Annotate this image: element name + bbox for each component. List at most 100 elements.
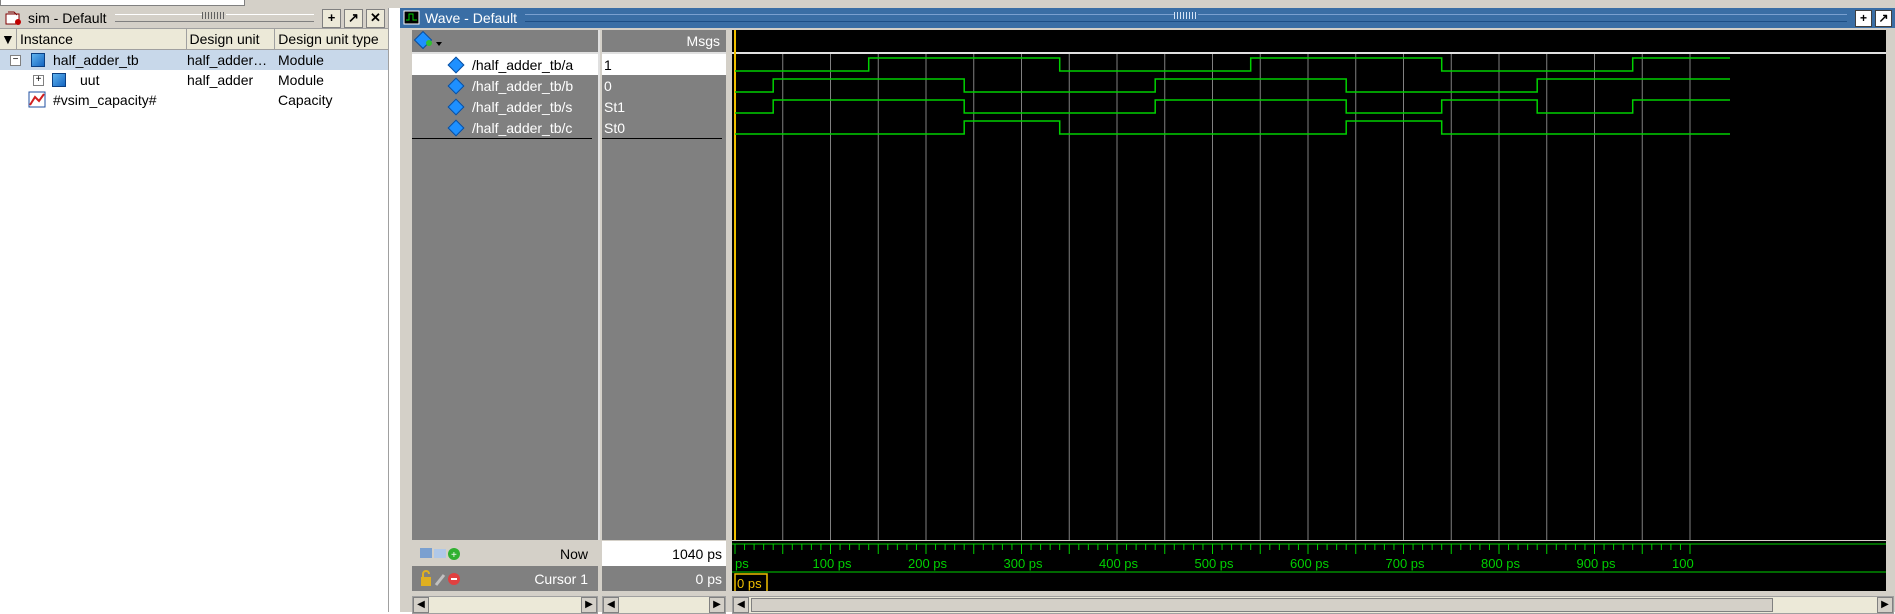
- scroll-right-icon[interactable]: ▶: [581, 597, 597, 613]
- expand-icon[interactable]: +: [33, 74, 44, 86]
- signal-values-column: Msgs 1 0 St1 St0: [602, 30, 726, 540]
- scroll-right-icon[interactable]: ▶: [1877, 597, 1893, 613]
- col-design-unit-type[interactable]: Design unit type: [275, 29, 388, 49]
- diamond-icon: [447, 77, 465, 94]
- cube-icon: [31, 53, 45, 67]
- waveform-trace: [735, 99, 1730, 114]
- waveform-trace: [735, 57, 1730, 72]
- wave-pane: Wave - Default + ↗ /half_adder_tb/a /hal…: [400, 8, 1895, 614]
- diamond-icon: [447, 119, 465, 136]
- names-scrollbar[interactable]: ◀ ▶: [412, 596, 598, 614]
- instance-label: #vsim_capacity#: [53, 92, 157, 108]
- cube-icon: [52, 73, 66, 87]
- scroll-row: ◀ ▶ ◀ ▶ ◀ ▶: [412, 596, 1895, 614]
- capacity-icon: [28, 91, 46, 108]
- sort-icon[interactable]: ▼: [0, 29, 17, 49]
- signal-row[interactable]: /half_adder_tb/c: [412, 117, 592, 139]
- sim-pane: sim - Default + ↗ ✕ ▼ Instance Design un…: [0, 8, 389, 612]
- svg-text:+: +: [451, 550, 457, 561]
- signal-value: St0: [602, 117, 722, 139]
- signal-row[interactable]: /half_adder_tb/s: [412, 96, 598, 117]
- plus-icon[interactable]: +: [1855, 9, 1872, 27]
- tree-row-vsim-capacity[interactable]: #vsim_capacity# Capacity: [0, 90, 388, 110]
- undock-icon[interactable]: ↗: [344, 8, 363, 28]
- now-value: 1040 ps: [672, 545, 722, 562]
- wave-icon: [403, 10, 420, 25]
- wave-scroll-thumb[interactable]: [751, 598, 1773, 612]
- design-unit-value: half_adder…: [187, 52, 268, 68]
- signal-row[interactable]: /half_adder_tb/b: [412, 75, 598, 96]
- ruler-label: 900 ps: [1577, 556, 1617, 571]
- col-design-unit[interactable]: Design unit: [187, 29, 276, 49]
- sim-icon: [5, 11, 21, 25]
- ruler-label: 200 ps: [908, 556, 948, 571]
- sim-column-header: ▼ Instance Design unit Design unit type: [0, 29, 388, 50]
- ruler-label: 100 ps: [813, 556, 853, 571]
- waveform-area[interactable]: [732, 30, 1886, 540]
- signal-type-icon[interactable]: [414, 31, 444, 51]
- col-instance[interactable]: Instance: [17, 29, 187, 49]
- now-label: Now: [559, 545, 588, 562]
- tree-row-uut[interactable]: + uut half_adder Module: [0, 70, 388, 90]
- msgs-header: Msgs: [602, 30, 726, 54]
- wave-titlebar[interactable]: Wave - Default + ↗: [400, 8, 1895, 28]
- diamond-icon: [447, 56, 465, 73]
- sim-title: sim - Default: [28, 10, 107, 26]
- collapse-icon[interactable]: −: [10, 54, 21, 66]
- scroll-right-icon[interactable]: ▶: [709, 597, 725, 613]
- ruler-label: 600 ps: [1290, 556, 1330, 571]
- cursor-values-panel: 1040 ps 0 ps: [602, 541, 726, 591]
- signal-value: St1: [604, 98, 626, 115]
- scroll-left-icon[interactable]: ◀: [733, 597, 749, 613]
- ruler-label: 500 ps: [1195, 556, 1235, 571]
- type-value: Module: [278, 52, 324, 68]
- ruler-label: 700 ps: [1386, 556, 1426, 571]
- close-icon[interactable]: ✕: [366, 8, 385, 28]
- signal-name: /half_adder_tb/a: [472, 56, 574, 73]
- values-scrollbar[interactable]: ◀ ▶: [602, 596, 726, 614]
- signal-name: /half_adder_tb/b: [472, 77, 574, 94]
- time-ruler-canvas[interactable]: ps 100 ps 200 ps 300 ps 400 ps 500 ps 600 ps 70…: [732, 541, 1886, 593]
- diamond-icon: [447, 98, 465, 115]
- undock-icon[interactable]: ↗: [1875, 9, 1892, 27]
- scroll-left-icon[interactable]: ◀: [413, 597, 429, 613]
- signal-value: 0: [604, 77, 612, 94]
- names-header: [412, 30, 598, 54]
- wave-title-grip[interactable]: [525, 12, 1847, 22]
- ruler-label: 400 ps: [1099, 556, 1139, 571]
- cursor-tools-icon[interactable]: +: [418, 544, 464, 564]
- wave-scrollbar[interactable]: ◀ ▶: [732, 596, 1894, 614]
- instance-label: half_adder_tb: [53, 52, 139, 68]
- tree-row-half-adder-tb[interactable]: − half_adder_tb half_adder… Module: [0, 50, 388, 70]
- signal-value: 1: [602, 54, 726, 75]
- cursor-names-panel: + Now Cursor 1: [412, 541, 598, 591]
- cursor-label: Cursor 1: [534, 570, 588, 587]
- wave-title: Wave - Default: [425, 10, 518, 26]
- signal-names-column: /half_adder_tb/a /half_adder_tb/b /half_…: [412, 30, 600, 540]
- time-ruler[interactable]: ps 100 ps 200 ps 300 ps 400 ps 500 ps 600 ps 70…: [732, 541, 1886, 593]
- now-row: + Now: [412, 541, 598, 566]
- waveform-trace: [735, 120, 1730, 135]
- top-strip: [0, 0, 1895, 8]
- cursor-row: Cursor 1: [412, 566, 598, 591]
- design-unit-value: half_adder: [187, 72, 254, 88]
- top-tab[interactable]: [0, 0, 245, 6]
- instance-label: uut: [80, 72, 100, 88]
- ruler-label: ps: [735, 556, 749, 571]
- waveform-trace: [735, 78, 1730, 93]
- ruler-label: 100: [1672, 556, 1694, 571]
- scroll-left-icon[interactable]: ◀: [603, 597, 619, 613]
- ruler-label: 800 ps: [1481, 556, 1521, 571]
- signal-name: /half_adder_tb/c: [472, 119, 573, 136]
- signal-row[interactable]: /half_adder_tb/a: [412, 54, 598, 75]
- sim-title-grip[interactable]: [114, 12, 314, 22]
- cursor-tag-label: 0 ps: [737, 576, 762, 591]
- lock-icon[interactable]: [418, 569, 464, 589]
- type-value: Capacity: [278, 92, 333, 108]
- sim-titlebar[interactable]: sim - Default + ↗ ✕: [0, 8, 388, 29]
- type-value: Module: [278, 72, 324, 88]
- signal-name: /half_adder_tb/s: [472, 98, 573, 115]
- plus-icon[interactable]: +: [322, 8, 341, 28]
- waveform-canvas[interactable]: [732, 30, 1886, 540]
- ruler-label: 300 ps: [1004, 556, 1044, 571]
